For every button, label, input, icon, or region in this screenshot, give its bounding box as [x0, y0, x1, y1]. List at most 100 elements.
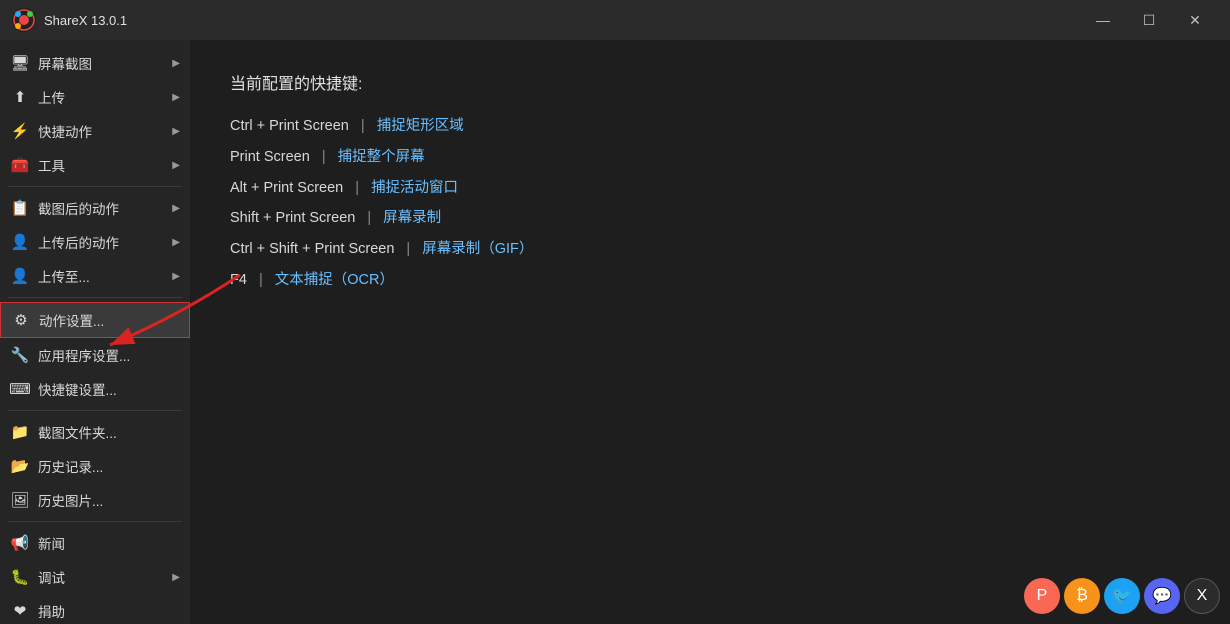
tools-label: 工具	[38, 155, 65, 175]
screen-capture-icon: 🖥	[10, 53, 30, 73]
sidebar-item-screen-capture[interactable]: 🖥 屏幕截图 ▶	[0, 46, 190, 80]
main-layout: 🖥 屏幕截图 ▶ ⬆ 上传 ▶ ⚡ 快捷动作 ▶ 🧰 工具 ▶ 📋 截图后的动作 ▶ 👤 上传后的动作 ▶ 👤 上传至…	[0, 40, 1230, 624]
shortcut-row-1: Print Screen | 捕捉整个屏幕	[230, 147, 1190, 169]
app-title: ShareX 13.0.1	[44, 13, 1080, 28]
shortcut-separator-1: |	[318, 149, 330, 165]
shortcut-desc-3: 屏幕录制	[383, 210, 441, 226]
app-settings-label: 应用程序设置...	[38, 345, 130, 365]
sidebar-item-after-upload[interactable]: 👤 上传后的动作 ▶	[0, 225, 190, 259]
social-sharex-icon[interactable]: X	[1184, 578, 1220, 614]
image-history-label: 历史图片...	[38, 490, 103, 510]
sidebar-item-screenshot-folder[interactable]: 📁 截图文件夹...	[0, 415, 190, 449]
screenshot-folder-icon: 📁	[10, 422, 30, 442]
shortcut-separator-0: |	[357, 118, 369, 134]
action-settings-label: 动作设置...	[39, 310, 104, 330]
social-twitter-icon[interactable]: 🐦	[1104, 578, 1140, 614]
sidebar-item-debug[interactable]: 🐛调试▶	[0, 560, 190, 594]
quick-actions-arrow-icon: ▶	[172, 126, 180, 137]
shortcut-separator-3: |	[363, 210, 375, 226]
after-capture-arrow-icon: ▶	[172, 203, 180, 214]
upload-to-label: 上传至...	[38, 266, 90, 286]
title-bar: ShareX 13.0.1 — ☐ ✕	[0, 0, 1230, 40]
minimize-button[interactable]: —	[1080, 0, 1126, 40]
sidebar-item-donate[interactable]: ❤ 捐助	[0, 594, 190, 624]
menu-separator	[8, 410, 182, 411]
shortcut-key-4: Ctrl + Shift + Print Screen	[230, 241, 394, 257]
sidebar-item-image-history[interactable]: 🖼 历史图片...	[0, 483, 190, 517]
after-upload-icon: 👤	[10, 232, 30, 252]
shortcut-key-5: F4	[230, 272, 247, 288]
image-history-icon: 🖼	[10, 490, 30, 510]
news-label: 新闻	[38, 533, 65, 553]
donate-label: 捐助	[38, 601, 65, 621]
sidebar-item-history[interactable]: 📂 历史记录...	[0, 449, 190, 483]
tools-arrow-icon: ▶	[172, 160, 180, 171]
shortcut-desc-1: 捕捉整个屏幕	[338, 149, 425, 165]
history-icon: 📂	[10, 456, 30, 476]
shortcut-separator-2: |	[351, 180, 363, 196]
upload-to-icon: 👤	[10, 266, 30, 286]
shortcut-separator-5: |	[255, 272, 267, 288]
sidebar-item-upload[interactable]: ⬆ 上传 ▶	[0, 80, 190, 114]
shortcut-separator-4: |	[402, 241, 414, 257]
news-icon: 📢	[10, 533, 30, 553]
donate-icon: ❤	[10, 601, 30, 621]
social-discord-icon[interactable]: 💬	[1144, 578, 1180, 614]
shortcut-row-4: Ctrl + Shift + Print Screen | 屏幕录制（GIF）	[230, 239, 1190, 261]
shortcut-key-0: Ctrl + Print Screen	[230, 118, 349, 134]
shortcuts-title: 当前配置的快捷键:	[230, 70, 1190, 94]
sidebar-item-after-capture[interactable]: 📋 截图后的动作 ▶	[0, 191, 190, 225]
screenshot-folder-label: 截图文件夹...	[38, 422, 117, 442]
shortcut-key-2: Alt + Print Screen	[230, 180, 343, 196]
maximize-button[interactable]: ☐	[1126, 0, 1172, 40]
shortcut-desc-2: 捕捉活动窗口	[371, 180, 458, 196]
upload-label: 上传	[38, 87, 65, 107]
sidebar-item-app-settings[interactable]: 🔧 应用程序设置...	[0, 338, 190, 372]
close-button[interactable]: ✕	[1172, 0, 1218, 40]
menu-separator	[8, 297, 182, 298]
hotkey-settings-label: 快捷键设置...	[38, 379, 117, 399]
social-patreon-icon[interactable]: P	[1024, 578, 1060, 614]
sidebar-item-hotkey-settings[interactable]: ⌨ 快捷键设置...	[0, 372, 190, 406]
sidebar-item-tools[interactable]: 🧰 工具 ▶	[0, 148, 190, 182]
menu-separator	[8, 186, 182, 187]
after-upload-arrow-icon: ▶	[172, 237, 180, 248]
quick-actions-label: 快捷动作	[38, 121, 92, 141]
app-settings-icon: 🔧	[10, 345, 30, 365]
app-logo	[12, 8, 36, 32]
after-upload-label: 上传后的动作	[38, 232, 119, 252]
shortcut-desc-4: 屏幕录制（GIF）	[422, 241, 533, 257]
shortcut-row-2: Alt + Print Screen | 捕捉活动窗口	[230, 178, 1190, 200]
screen-capture-arrow-icon: ▶	[172, 58, 180, 69]
tools-icon: 🧰	[10, 155, 30, 175]
after-capture-label: 截图后的动作	[38, 198, 119, 218]
shortcut-key-1: Print Screen	[230, 149, 310, 165]
quick-actions-icon: ⚡	[10, 121, 30, 141]
sidebar-item-upload-to[interactable]: 👤 上传至... ▶	[0, 259, 190, 293]
social-bitcoin-icon[interactable]: ₿	[1064, 578, 1100, 614]
upload-icon: ⬆	[10, 87, 30, 107]
window-controls: — ☐ ✕	[1080, 0, 1218, 40]
debug-arrow-icon: ▶	[172, 572, 180, 583]
content-area: 当前配置的快捷键: Ctrl + Print Screen | 捕捉矩形区域 Pr…	[190, 40, 1230, 624]
sidebar-item-action-settings[interactable]: ⚙ 动作设置...	[0, 302, 190, 338]
history-label: 历史记录...	[38, 456, 103, 476]
menu-separator	[8, 521, 182, 522]
shortcut-desc-5: 文本捕捉（OCR）	[275, 272, 394, 288]
shortcut-key-3: Shift + Print Screen	[230, 210, 355, 226]
social-bar: P₿🐦💬X	[1024, 578, 1220, 614]
screen-capture-label: 屏幕截图	[38, 53, 92, 73]
sidebar-item-quick-actions[interactable]: ⚡ 快捷动作 ▶	[0, 114, 190, 148]
after-capture-icon: 📋	[10, 198, 30, 218]
shortcut-desc-0: 捕捉矩形区域	[377, 118, 464, 134]
shortcuts-list: Ctrl + Print Screen | 捕捉矩形区域 Print Screen…	[230, 116, 1190, 292]
hotkey-settings-icon: ⌨	[10, 379, 30, 399]
upload-arrow-icon: ▶	[172, 92, 180, 103]
sidebar: 🖥 屏幕截图 ▶ ⬆ 上传 ▶ ⚡ 快捷动作 ▶ 🧰 工具 ▶ 📋 截图后的动作 ▶ 👤 上传后的动作 ▶ 👤 上传至…	[0, 40, 190, 624]
shortcut-row-5: F4 | 文本捕捉（OCR）	[230, 270, 1190, 292]
action-settings-icon: ⚙	[11, 310, 31, 330]
sidebar-item-news[interactable]: 📢 新闻	[0, 526, 190, 560]
shortcut-row-3: Shift + Print Screen | 屏幕录制	[230, 208, 1190, 230]
upload-to-arrow-icon: ▶	[172, 271, 180, 282]
debug-icon: 🐛	[10, 567, 30, 587]
